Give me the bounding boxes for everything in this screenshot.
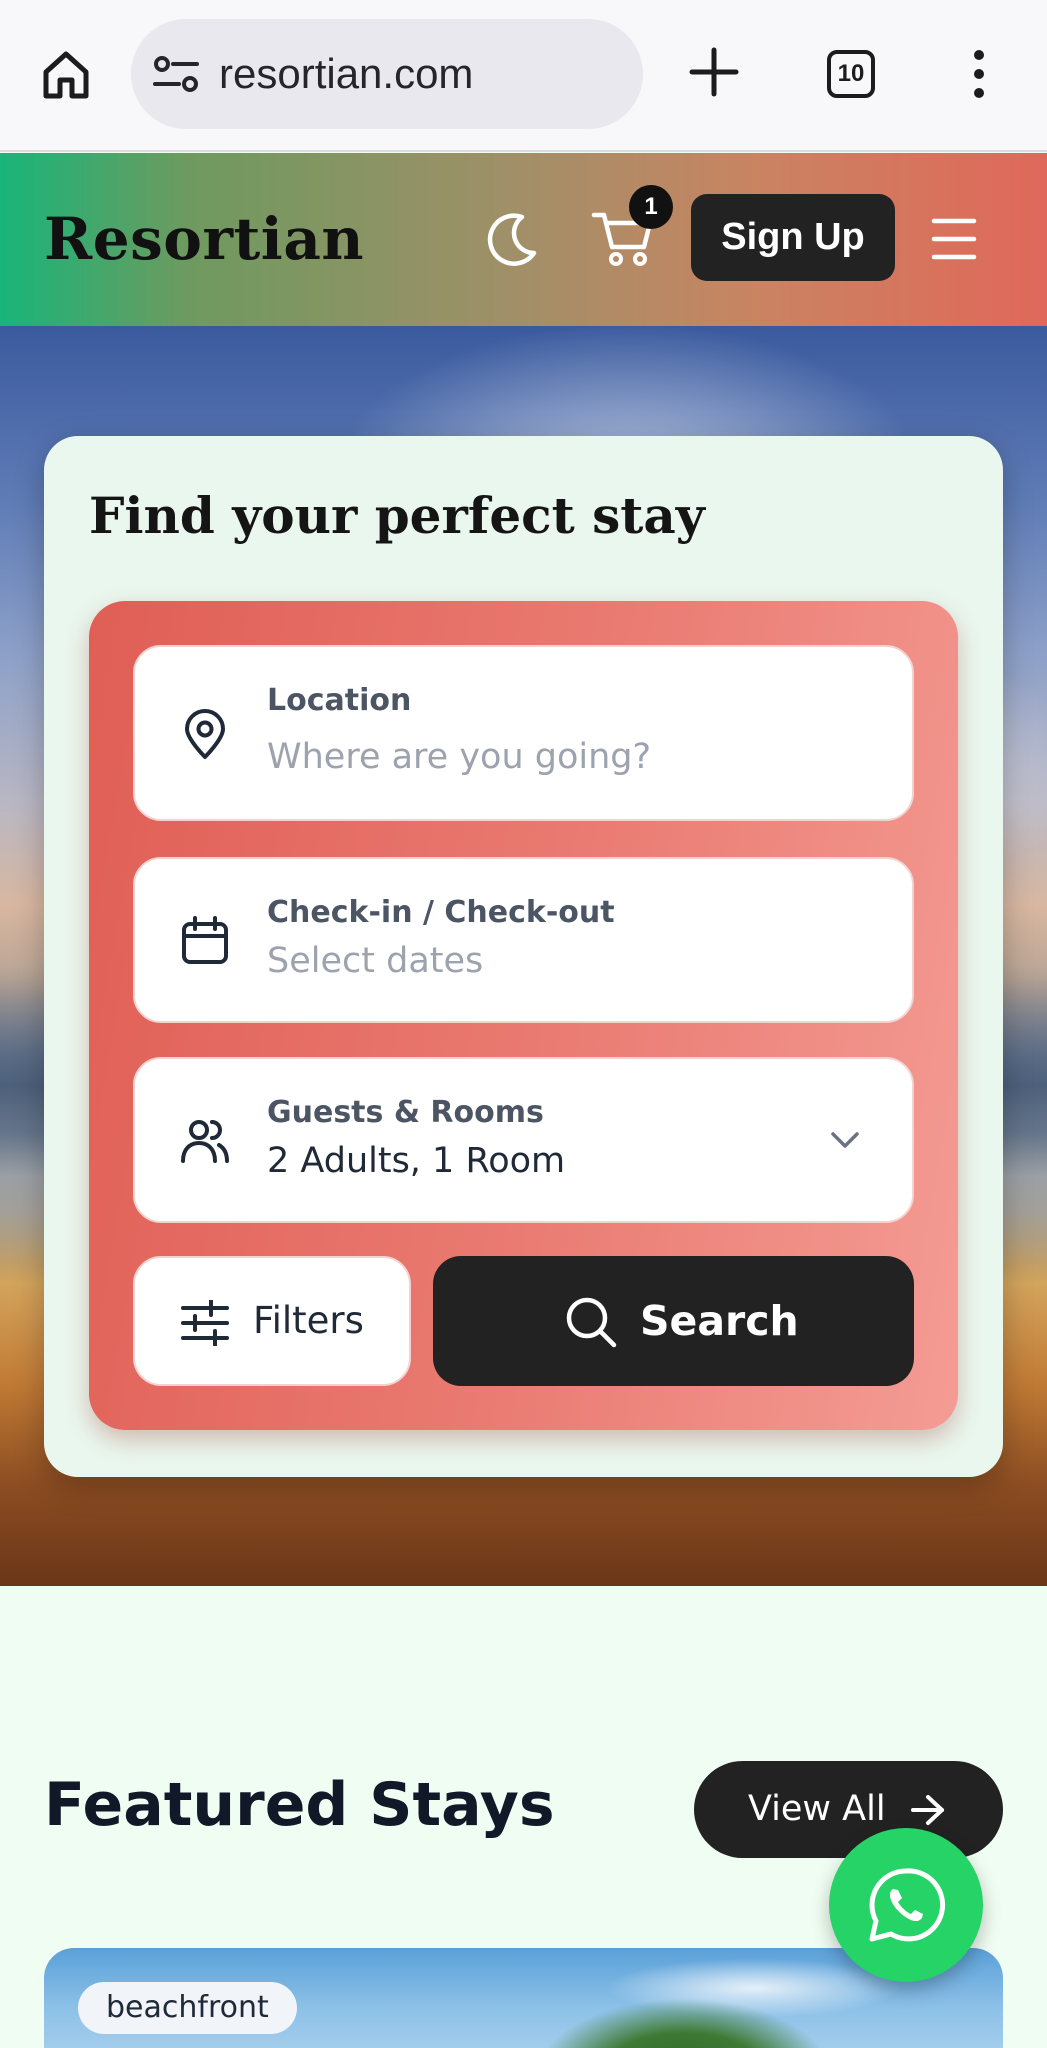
new-tab-icon[interactable] xyxy=(688,46,740,98)
guests-select[interactable]: 2 Adults, 1 Room xyxy=(267,1141,565,1181)
address-bar[interactable]: resortian.com xyxy=(131,19,643,129)
guests-field[interactable]: Guests & Rooms 2 Adults, 1 Room xyxy=(133,1057,914,1223)
calendar-icon xyxy=(182,916,228,964)
whatsapp-icon xyxy=(869,1868,946,1942)
search-form: Location Where are you going? Check-in /… xyxy=(89,601,958,1430)
dates-input[interactable]: Select dates xyxy=(267,941,483,981)
moon-icon[interactable] xyxy=(482,209,542,269)
site-settings-icon[interactable] xyxy=(153,55,199,93)
sliders-icon xyxy=(181,1300,229,1346)
brand-logo[interactable]: Resortian xyxy=(44,153,364,326)
sign-up-button[interactable]: Sign Up xyxy=(691,194,895,281)
filters-button[interactable]: Filters xyxy=(133,1256,411,1386)
arrow-right-icon xyxy=(911,1795,944,1825)
whatsapp-chat-button[interactable] xyxy=(829,1828,983,1982)
guests-label: Guests & Rooms xyxy=(267,1095,544,1130)
map-pin-icon xyxy=(185,709,225,759)
filters-label: Filters xyxy=(253,1299,364,1342)
browser-toolbar: resortian.com 10 xyxy=(0,0,1047,152)
chevron-down-icon[interactable] xyxy=(828,1127,862,1153)
location-label: Location xyxy=(267,683,412,718)
search-icon xyxy=(566,1297,617,1348)
featured-section-title: Featured Stays xyxy=(44,1770,555,1840)
home-icon[interactable] xyxy=(38,46,94,102)
search-title: Find your perfect stay xyxy=(89,486,705,545)
search-label: Search xyxy=(640,1297,799,1345)
hamburger-menu-icon[interactable] xyxy=(930,213,978,265)
search-card: Find your perfect stay Location Where ar… xyxy=(44,436,1003,1477)
tab-switcher-icon[interactable]: 10 xyxy=(827,50,875,98)
url-text: resortian.com xyxy=(219,50,474,97)
cart-count-badge: 1 xyxy=(629,185,673,229)
view-all-button[interactable]: View All xyxy=(694,1761,1003,1858)
location-field[interactable]: Location Where are you going? xyxy=(133,645,914,821)
stay-card-image-foliage xyxy=(534,1998,834,2048)
users-icon xyxy=(181,1120,229,1163)
dates-field[interactable]: Check-in / Check-out Select dates xyxy=(133,857,914,1023)
stay-category-tag: beachfront xyxy=(78,1982,297,2034)
more-menu-icon[interactable] xyxy=(964,48,994,100)
search-button[interactable]: Search xyxy=(433,1256,914,1386)
location-input[interactable]: Where are you going? xyxy=(267,737,651,777)
site-header: Resortian 1 Sign Up xyxy=(0,153,1047,326)
hero-banner: Find your perfect stay Location Where ar… xyxy=(0,326,1047,1586)
dates-label: Check-in / Check-out xyxy=(267,895,615,930)
